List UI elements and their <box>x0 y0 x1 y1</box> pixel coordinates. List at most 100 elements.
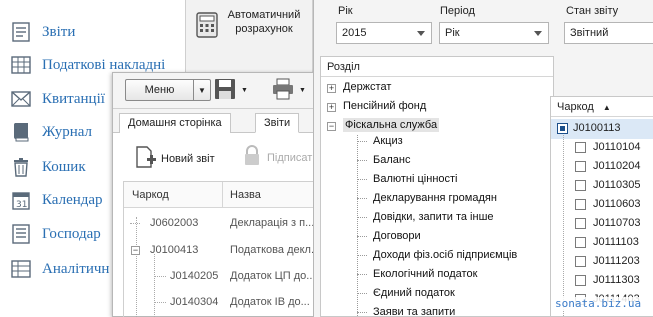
codes-header-label: Чаркод <box>557 101 594 113</box>
printer-icon <box>271 77 295 104</box>
tree-node-pension-fund[interactable]: Пенсійний фонд <box>343 100 426 112</box>
codes-list: Чаркод ▲ J0100113 J0110104 J0110204 J011… <box>550 96 653 317</box>
tree-node-contracts[interactable]: Договори <box>373 230 421 242</box>
tree-connector <box>357 312 367 313</box>
row-code: J0140304 <box>170 296 219 308</box>
table-header: Чаркод Назва <box>124 182 323 208</box>
tree-node-applications[interactable]: Заяви та запити <box>373 306 455 317</box>
checkbox[interactable] <box>575 275 586 286</box>
print-button[interactable]: ▼ <box>271 77 306 103</box>
checkbox[interactable] <box>575 256 586 267</box>
code-row[interactable]: J0110204 <box>551 157 653 177</box>
receipt-envelope-icon <box>10 88 32 110</box>
new-report-button[interactable]: Новий звіт <box>135 145 215 172</box>
tab-label: Домашня сторінка <box>128 117 222 129</box>
report-state-select[interactable]: Звітний <box>564 22 653 44</box>
checkbox[interactable] <box>575 237 586 248</box>
code-row[interactable]: J0111203 <box>551 252 653 272</box>
tree-connector <box>357 179 367 180</box>
column-header-code[interactable]: Чаркод <box>132 189 169 201</box>
tree-node-derzhstat[interactable]: Держстат <box>343 81 391 93</box>
year-select[interactable]: 2015 <box>336 22 432 44</box>
sidebar-item-label: Господар <box>42 225 101 242</box>
code-row[interactable]: J0110603 <box>551 195 653 215</box>
sidebar-item-journal[interactable]: Журнал <box>10 119 92 145</box>
svg-text:31: 31 <box>16 200 27 210</box>
sidebar-item-receipts[interactable]: Квитанції <box>10 86 105 112</box>
code-text: J0110305 <box>593 179 641 191</box>
tree-node-citizen-declarations[interactable]: Декларування громадян <box>373 192 497 204</box>
report-selector-panel: Рік 2015 Період Рік Стан звіту Звітний Р… <box>313 0 653 317</box>
menu-button[interactable]: Меню ▼ <box>125 79 211 101</box>
sidebar-item-analytics[interactable]: Аналітичн <box>10 256 109 282</box>
tree-connector <box>357 141 367 142</box>
tree-connector <box>130 223 140 224</box>
code-row[interactable]: J0110305 <box>551 176 653 196</box>
table-row[interactable]: J0602003 Декларація з п... <box>124 212 323 236</box>
tree-connector <box>357 293 367 294</box>
sidebar-item-reports[interactable]: Звіти <box>10 19 75 45</box>
report-state-value: Звітний <box>570 27 609 39</box>
watermark: sonata.biz.ua <box>555 297 642 310</box>
sidebar-item-business[interactable]: Господар <box>10 221 101 247</box>
period-value: Рік <box>445 27 460 39</box>
period-label: Період <box>440 5 475 17</box>
sign-button[interactable]: Підписати <box>243 145 318 170</box>
sidebar-item-label: Журнал <box>42 123 93 140</box>
expand-icon[interactable]: + <box>327 103 336 112</box>
period-select[interactable]: Рік <box>439 22 549 44</box>
tree-connector <box>154 276 166 277</box>
chevron-down-icon <box>534 31 542 36</box>
tree-header: Розділ <box>321 57 553 77</box>
table-row[interactable]: J0140304 Додаток ІВ до... <box>124 291 323 315</box>
checkbox[interactable] <box>575 161 586 172</box>
checkbox[interactable] <box>575 218 586 229</box>
year-label: Рік <box>338 5 353 17</box>
code-text: J0110603 <box>593 198 641 210</box>
code-text: J0111103 <box>593 236 639 248</box>
column-divider <box>222 182 223 208</box>
tree-node-eco-tax[interactable]: Екологічний податок <box>373 268 477 280</box>
checkbox-partial[interactable] <box>557 123 568 134</box>
trash-icon <box>10 156 32 178</box>
tree-connector <box>154 302 166 303</box>
code-row[interactable]: J0111303 <box>551 271 653 291</box>
tab-reports[interactable]: Звіти <box>255 113 300 133</box>
sidebar-item-label: Податкові накладні <box>42 56 166 73</box>
autocalc-button[interactable]: Автоматичний розрахунок <box>196 8 306 48</box>
tree-node-currency[interactable]: Валютні цінності <box>373 173 458 185</box>
save-button[interactable]: ▼ <box>213 77 248 103</box>
table-row[interactable]: J0140205 Додаток ЦП до... <box>124 265 323 289</box>
sidebar-item-trash[interactable]: Кошик <box>10 154 86 180</box>
row-code: J0140205 <box>170 270 219 282</box>
code-text: J0100113 <box>573 122 621 134</box>
collapse-icon[interactable]: − <box>131 246 140 255</box>
business-doc-icon <box>10 223 32 245</box>
codes-header[interactable]: Чаркод ▲ <box>551 97 653 117</box>
column-header-name[interactable]: Назва <box>230 189 261 201</box>
code-row[interactable]: J0110703 <box>551 214 653 234</box>
tree-node-single-tax[interactable]: Єдиний податок <box>373 287 455 299</box>
tree-node-balance[interactable]: Баланс <box>373 154 410 166</box>
tree-connector <box>357 198 367 199</box>
checkbox[interactable] <box>575 199 586 210</box>
tree-connector <box>357 217 367 218</box>
sidebar-item-label: Квитанції <box>42 90 105 107</box>
code-row[interactable]: J0110104 <box>551 138 653 158</box>
code-row[interactable]: J0111103 <box>551 233 653 253</box>
collapse-icon[interactable]: − <box>327 122 336 131</box>
tree-node-certificates[interactable]: Довідки, запити та інше <box>373 211 494 223</box>
tree-node-excise[interactable]: Акциз <box>373 135 403 147</box>
sidebar-item-label: Календар <box>42 191 103 208</box>
checkbox[interactable] <box>575 142 586 153</box>
tab-home[interactable]: Домашня сторінка <box>119 113 231 133</box>
expand-icon[interactable]: + <box>327 84 336 93</box>
calendar-icon: 31 <box>10 189 32 211</box>
tree-node-fiscal-service[interactable]: Фіскальна служба <box>343 118 440 132</box>
sidebar-item-calendar[interactable]: 31 Календар <box>10 187 103 213</box>
tree-node-income-fop[interactable]: Доходи фіз.осіб підприємців <box>373 249 517 261</box>
tab-label: Звіти <box>264 117 291 129</box>
reports-window: Меню ▼ ▼ ▼ Домашня сторінка Звіти Новий … <box>112 72 323 317</box>
checkbox[interactable] <box>575 180 586 191</box>
code-row-parent[interactable]: J0100113 <box>551 119 653 139</box>
